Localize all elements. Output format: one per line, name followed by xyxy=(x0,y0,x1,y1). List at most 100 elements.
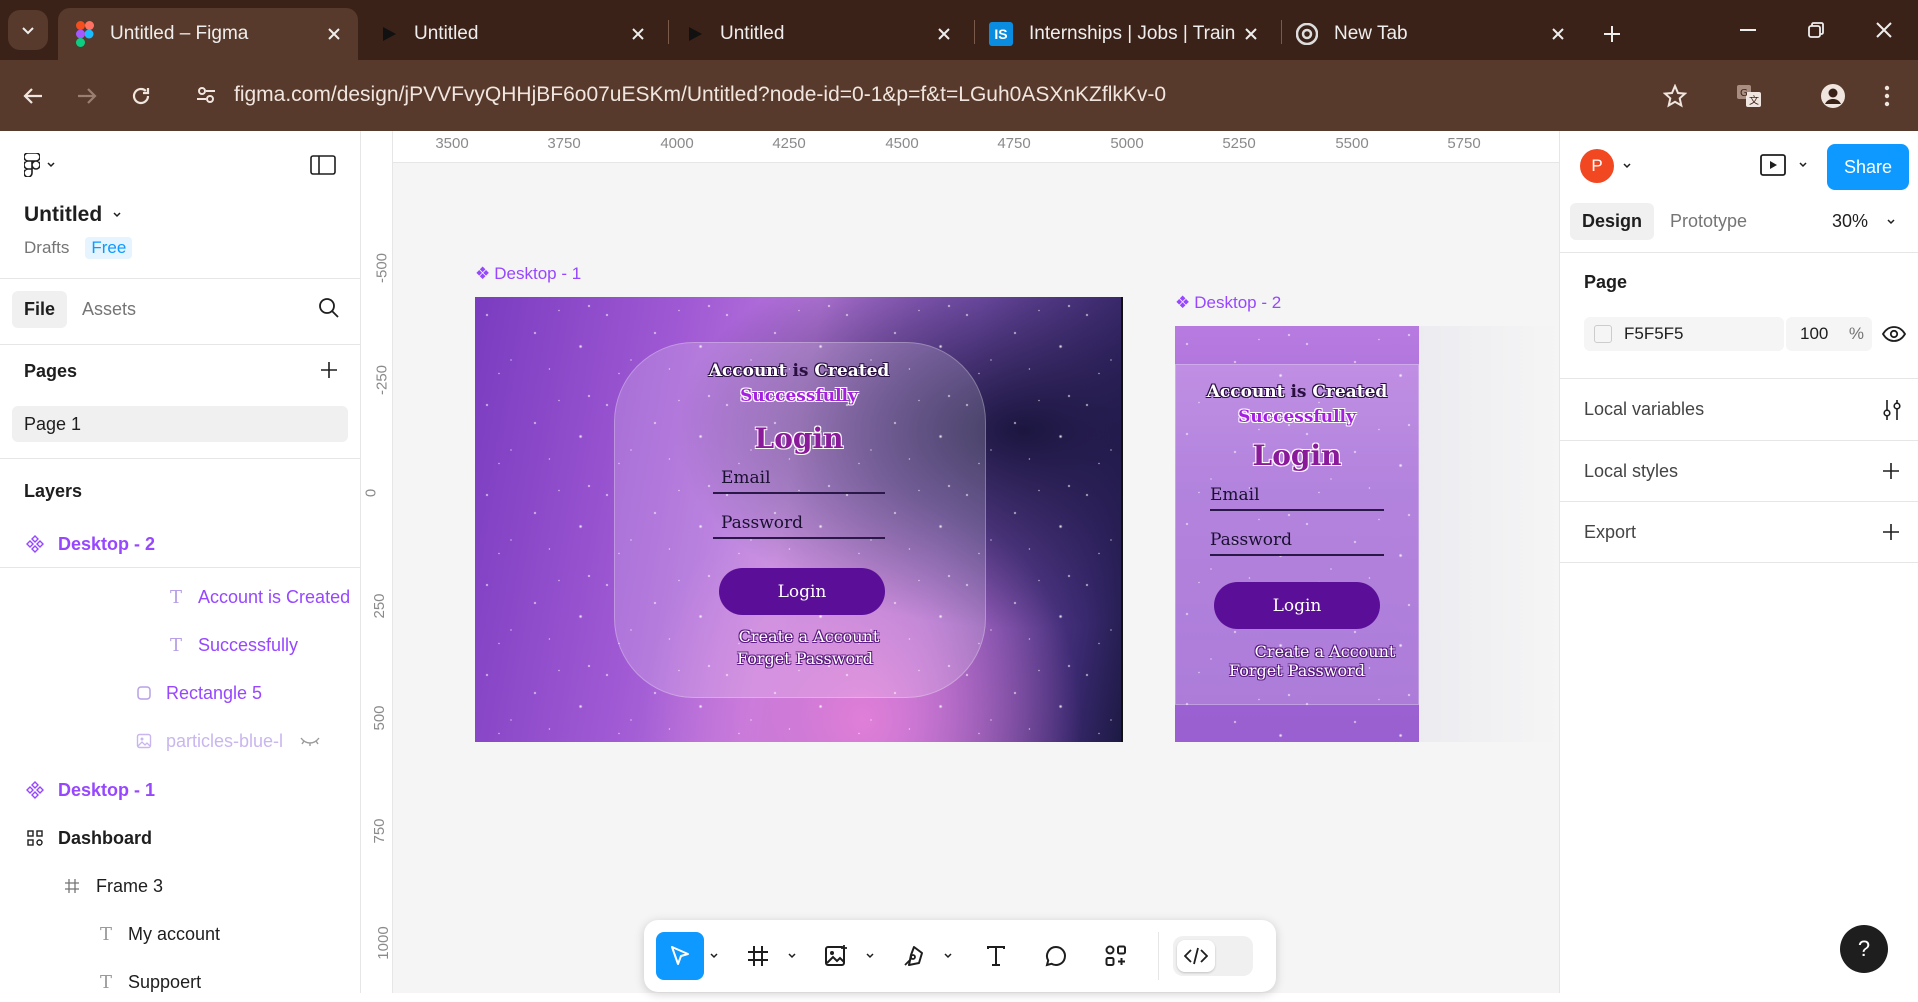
image-tool-dropdown[interactable] xyxy=(860,951,880,961)
pen-tool-dropdown[interactable] xyxy=(938,951,958,961)
layer-rectangle-5[interactable]: Rectangle 5 xyxy=(0,673,360,713)
close-window-button[interactable] xyxy=(1864,14,1904,46)
local-styles-row[interactable]: Local styles xyxy=(1560,441,1918,501)
browser-tab-internshala[interactable]: IS Internships | Jobs | Training xyxy=(975,8,1275,60)
pen-tool-button[interactable] xyxy=(890,932,938,980)
reload-button[interactable] xyxy=(122,77,160,115)
file-name-button[interactable]: Untitled xyxy=(24,203,122,227)
color-swatch[interactable] xyxy=(1594,325,1612,343)
layer-account-is-created[interactable]: T Account is Created xyxy=(0,577,360,617)
zoom-dropdown[interactable]: 30% xyxy=(1832,211,1896,232)
tab-close-icon[interactable] xyxy=(1235,18,1267,50)
actions-tool-button[interactable] xyxy=(1092,932,1140,980)
layer-desktop-1[interactable]: Desktop - 1 xyxy=(0,770,360,810)
frame-tool-dropdown[interactable] xyxy=(782,951,802,961)
forget-password-link[interactable]: Forget Password xyxy=(1225,661,1369,680)
create-account-link[interactable]: Create a Account xyxy=(1235,642,1415,661)
add-page-button[interactable] xyxy=(320,361,338,379)
local-variables-row[interactable]: Local variables xyxy=(1560,379,1918,440)
plan-badge[interactable]: Free xyxy=(85,237,133,259)
browser-menu-button[interactable] xyxy=(1868,77,1906,115)
tab-close-icon[interactable] xyxy=(1542,18,1574,50)
search-button[interactable] xyxy=(318,297,340,319)
hidden-eye-icon[interactable] xyxy=(300,735,320,747)
tab-title: Untitled xyxy=(720,23,785,44)
plus-icon[interactable] xyxy=(1882,523,1900,541)
email-field[interactable]: Email xyxy=(1210,485,1384,511)
move-tool-dropdown[interactable] xyxy=(704,951,724,961)
page-opacity-value[interactable]: 100 xyxy=(1800,324,1828,344)
frame-desktop-2[interactable]: Account is Created Successfully Login Em… xyxy=(1175,326,1419,742)
present-button[interactable] xyxy=(1760,153,1808,177)
dev-mode-toggle[interactable] xyxy=(1173,936,1253,976)
frame-desktop-1[interactable]: Account is Created Successfully Login Em… xyxy=(475,297,1123,742)
plus-icon[interactable] xyxy=(1882,462,1900,480)
address-bar[interactable]: figma.com/design/jPVVFvyQHHjBF6o07uESKm/… xyxy=(180,69,1730,121)
login-button[interactable]: Login xyxy=(1214,582,1380,629)
create-account-link[interactable]: Create a Account xyxy=(669,627,949,646)
password-field[interactable]: Password xyxy=(1210,530,1384,556)
tab-close-icon[interactable] xyxy=(622,18,654,50)
bookmark-button[interactable] xyxy=(1656,77,1694,115)
browser-tab-untitled-2[interactable]: Untitled xyxy=(668,8,968,60)
image-tool-button[interactable] xyxy=(812,932,860,980)
page-color-field[interactable]: F5F5F5 xyxy=(1584,317,1784,351)
browser-tab-untitled-1[interactable]: Untitled xyxy=(362,8,662,60)
forward-button[interactable] xyxy=(68,77,106,115)
tab-file[interactable]: File xyxy=(12,291,68,328)
layer-particles-image[interactable]: particles-blue-l xyxy=(0,721,360,761)
page-color-value[interactable]: F5F5F5 xyxy=(1624,324,1684,344)
frame-tool-button[interactable] xyxy=(734,932,782,980)
back-button[interactable] xyxy=(14,77,52,115)
url-text[interactable]: figma.com/design/jPVVFvyQHHjBF6o07uESKm/… xyxy=(234,83,1166,107)
tab-close-icon[interactable] xyxy=(318,18,350,50)
export-row[interactable]: Export xyxy=(1560,502,1918,562)
password-field[interactable]: Password xyxy=(713,513,885,539)
tab-prototype[interactable]: Prototype xyxy=(1670,211,1747,232)
text-layer-icon: T xyxy=(100,923,113,945)
variables-settings-icon[interactable] xyxy=(1882,399,1902,421)
frame-label-desktop-2[interactable]: ❖ Desktop - 2 xyxy=(1175,293,1281,313)
layer-dashboard[interactable]: Dashboard xyxy=(0,818,360,858)
chevron-down-icon xyxy=(866,953,874,959)
frame-label-desktop-1[interactable]: ❖ Desktop - 1 xyxy=(475,264,581,284)
tab-design[interactable]: Design xyxy=(1570,203,1655,240)
move-tool-button[interactable] xyxy=(656,932,704,980)
help-button[interactable]: ? xyxy=(1840,925,1888,973)
canvas[interactable]: 3500 3750 4000 4250 4500 4750 5000 5250 … xyxy=(361,131,1559,993)
browser-tab-figma[interactable]: Untitled – Figma xyxy=(58,8,358,60)
main-menu-button[interactable] xyxy=(24,153,56,177)
layer-successfully[interactable]: T Successfully xyxy=(0,625,360,665)
toggle-sidebar-button[interactable] xyxy=(310,155,336,175)
profile-button[interactable] xyxy=(1814,77,1852,115)
chevron-down-icon xyxy=(944,953,952,959)
login-button[interactable]: Login xyxy=(719,568,885,615)
forget-password-link[interactable]: Forget Password xyxy=(665,649,945,668)
email-field[interactable]: Email xyxy=(713,468,885,494)
layer-my-account[interactable]: T My account xyxy=(0,914,360,954)
chevron-down-icon xyxy=(710,953,718,959)
layer-desktop-2[interactable]: Desktop - 2 xyxy=(0,524,360,564)
browser-tab-new[interactable]: New Tab xyxy=(1282,8,1582,60)
restore-button[interactable] xyxy=(1796,14,1836,46)
comment-tool-button[interactable] xyxy=(1032,932,1080,980)
file-location[interactable]: Drafts xyxy=(24,238,69,258)
layer-suppoert[interactable]: T Suppoert xyxy=(0,962,360,1002)
ruler-vertical: -500 -250 0 250 500 750 1000 xyxy=(361,131,393,993)
translate-icon: G文 xyxy=(1737,85,1761,107)
minimize-button[interactable] xyxy=(1728,14,1768,46)
tab-search-button[interactable] xyxy=(8,10,48,50)
tab-close-icon[interactable] xyxy=(928,18,960,50)
layer-label: particles-blue-l xyxy=(166,730,284,751)
layer-frame-3[interactable]: Frame 3 xyxy=(0,866,360,906)
tab-assets[interactable]: Assets xyxy=(82,299,136,320)
site-settings-icon[interactable] xyxy=(196,85,216,105)
text-tool-button[interactable] xyxy=(972,932,1020,980)
share-button[interactable]: Share xyxy=(1827,144,1909,190)
new-tab-button[interactable] xyxy=(1594,16,1630,52)
user-avatar-button[interactable]: P xyxy=(1580,149,1632,183)
visibility-toggle[interactable] xyxy=(1882,325,1906,343)
page-item-page-1[interactable]: Page 1 xyxy=(12,406,348,442)
translate-button[interactable]: G文 xyxy=(1730,77,1768,115)
page-opacity-field[interactable]: 100 % xyxy=(1786,317,1872,351)
